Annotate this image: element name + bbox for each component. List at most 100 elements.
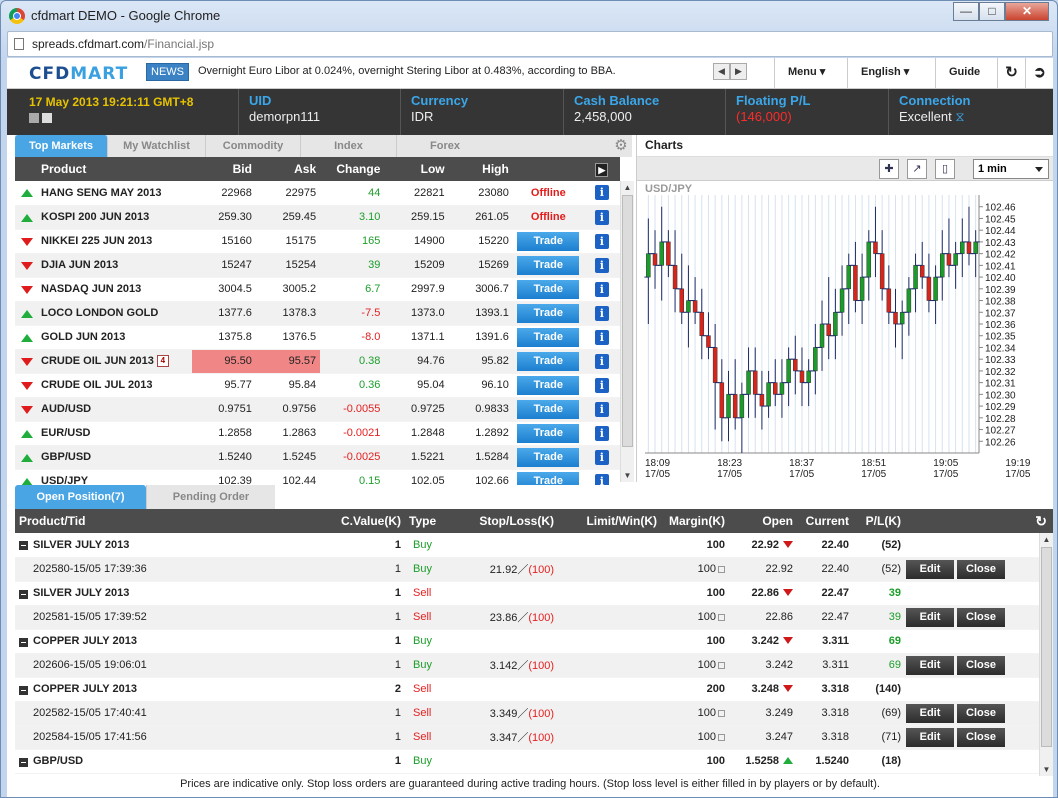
gear-icon[interactable]: ⚙ bbox=[612, 137, 630, 155]
market-row[interactable]: EUR/USD 1.2858 1.2863 -0.0021 1.2848 1.2892 Tr… bbox=[15, 421, 620, 446]
position-row[interactable]: 202581-15/05 17:39:52 1 Sell 23.86／(100) 100… bbox=[15, 605, 1053, 630]
market-bid[interactable]: 3004.5 bbox=[191, 277, 256, 302]
position-row[interactable]: 202606-15/05 19:06:01 1 Buy 3.142／(100) 100 3… bbox=[15, 653, 1053, 678]
tab-pending-order[interactable]: Pending Order bbox=[146, 485, 275, 509]
trade-button[interactable]: Trade bbox=[517, 279, 580, 299]
trade-button[interactable]: Trade bbox=[517, 351, 580, 371]
market-row[interactable]: CRUDE OIL JUL 2013 95.77 95.84 0.36 95.04 96.… bbox=[15, 373, 620, 398]
market-ask[interactable]: 3005.2 bbox=[255, 277, 321, 302]
close-position-button[interactable]: Close bbox=[957, 607, 1005, 627]
doc-icon[interactable] bbox=[42, 113, 52, 123]
col-open[interactable]: Open bbox=[729, 509, 797, 533]
market-row[interactable]: KOSPI 200 JUN 2013 259.30 259.45 3.10 259.15… bbox=[15, 205, 620, 230]
market-bid[interactable]: 95.77 bbox=[191, 373, 256, 398]
logout-icon[interactable]: ➲ bbox=[1025, 58, 1053, 89]
margin-adjust-icon[interactable] bbox=[718, 733, 725, 741]
col-high[interactable]: High bbox=[448, 157, 513, 181]
edit-button[interactable]: Edit bbox=[906, 607, 954, 627]
col-type[interactable]: Type bbox=[405, 509, 450, 533]
collapse-minus-icon[interactable] bbox=[19, 541, 28, 550]
market-row[interactable]: CRUDE OIL JUN 2013 4 95.50 95.57 0.38 94.76 95… bbox=[15, 349, 620, 374]
col-low[interactable]: Low bbox=[384, 157, 449, 181]
refresh-icon[interactable]: ↻ bbox=[997, 58, 1025, 89]
guide-link[interactable]: Guide bbox=[935, 58, 997, 89]
collapse-minus-icon[interactable] bbox=[19, 589, 28, 599]
tab-index[interactable]: Index bbox=[301, 135, 397, 157]
tab-commodity[interactable]: Commodity bbox=[206, 135, 301, 157]
pos-scroll-down-icon[interactable]: ▼ bbox=[1040, 763, 1053, 776]
pos-scroll-up-icon[interactable]: ▲ bbox=[1040, 533, 1053, 546]
collapse-icon[interactable]: ▶ bbox=[595, 162, 609, 177]
scroll-down-icon[interactable]: ▼ bbox=[621, 469, 634, 482]
market-bid[interactable]: 22968 bbox=[191, 181, 256, 206]
menu-dropdown[interactable]: Menu ▾ bbox=[774, 58, 847, 89]
url-text[interactable]: spreads.cfdmart.com/Financial.jsp bbox=[32, 37, 214, 51]
collapse-minus-icon[interactable] bbox=[19, 757, 28, 767]
market-row[interactable]: GBP/USD 1.5240 1.5245 -0.0025 1.5221 1.5284 Tr… bbox=[15, 445, 620, 470]
trade-button[interactable]: Trade bbox=[517, 231, 580, 251]
info-icon[interactable]: i bbox=[594, 401, 609, 417]
language-dropdown[interactable]: English ▾ bbox=[847, 58, 935, 89]
market-ask[interactable]: 22975 bbox=[255, 181, 321, 206]
market-row[interactable]: DJIA JUN 2013 15247 15254 39 15209 15269 Trade… bbox=[15, 253, 620, 278]
market-row[interactable]: AUD/USD 0.9751 0.9756 -0.0055 0.9725 0.9833 Tr… bbox=[15, 397, 620, 422]
col-product[interactable]: Product bbox=[15, 157, 192, 181]
market-bid[interactable]: 1375.8 bbox=[191, 325, 256, 350]
trade-button[interactable]: Trade bbox=[517, 327, 580, 347]
collapse-minus-icon[interactable] bbox=[19, 685, 28, 695]
market-ask[interactable]: 15175 bbox=[255, 229, 321, 254]
market-bid[interactable]: 259.30 bbox=[191, 205, 256, 230]
edit-button[interactable]: Edit bbox=[906, 559, 954, 579]
position-group-row[interactable]: SILVER JULY 2013 1 Buy 100 22.92 22.40 (52) bbox=[15, 533, 1053, 558]
refresh-positions-icon[interactable]: ↻ bbox=[1035, 513, 1047, 530]
position-row[interactable]: 202582-15/05 17:40:41 1 Sell 3.349／(100) 100… bbox=[15, 701, 1053, 726]
info-icon[interactable]: i bbox=[594, 281, 609, 297]
collapse-minus-icon[interactable] bbox=[19, 637, 28, 647]
market-ask[interactable]: 95.57 bbox=[255, 349, 321, 374]
trade-button[interactable]: Trade bbox=[517, 447, 580, 467]
col-cvalue[interactable]: C.Value(K) bbox=[265, 509, 405, 533]
maximize-button[interactable]: □ bbox=[979, 2, 1005, 21]
close-window-button[interactable]: ✕ bbox=[1005, 2, 1049, 21]
col-current[interactable]: Current bbox=[797, 509, 853, 533]
market-ask[interactable]: 15254 bbox=[255, 253, 321, 278]
info-icon[interactable]: i bbox=[594, 305, 609, 321]
market-ask[interactable]: 1.5245 bbox=[255, 445, 321, 470]
market-row[interactable]: NIKKEI 225 JUN 2013 15160 15175 165 14900 152… bbox=[15, 229, 620, 254]
market-bid[interactable]: 1377.6 bbox=[191, 301, 256, 326]
position-stop-loss[interactable]: 3.347／(100) bbox=[450, 725, 558, 750]
market-ask[interactable]: 1376.5 bbox=[255, 325, 321, 350]
tab-forex[interactable]: Forex bbox=[397, 135, 493, 157]
interval-select[interactable]: 1 min bbox=[973, 159, 1049, 179]
edit-button[interactable]: Edit bbox=[906, 703, 954, 723]
market-row[interactable]: NASDAQ JUN 2013 3004.5 3005.2 6.7 2997.9 3006… bbox=[15, 277, 620, 302]
close-position-button[interactable]: Close bbox=[957, 703, 1005, 723]
sound-icon[interactable] bbox=[29, 113, 39, 123]
positions-scrollbar[interactable]: ▲ ▼ bbox=[1039, 533, 1053, 776]
candlestick-icon[interactable]: ▯ bbox=[935, 159, 955, 179]
close-position-button[interactable]: Close bbox=[957, 559, 1005, 579]
info-icon[interactable]: i bbox=[594, 209, 609, 225]
margin-adjust-icon[interactable] bbox=[718, 709, 725, 717]
info-icon[interactable]: i bbox=[594, 329, 609, 345]
address-bar[interactable]: spreads.cfdmart.com/Financial.jsp bbox=[7, 31, 1053, 57]
news-next-button[interactable]: ▶ bbox=[730, 63, 747, 80]
scroll-up-icon[interactable]: ▲ bbox=[621, 181, 634, 194]
markets-scrollbar[interactable]: ▲ ▼ bbox=[620, 181, 634, 482]
market-row[interactable]: HANG SENG MAY 2013 22968 22975 44 22821 23080… bbox=[15, 181, 620, 206]
price-chart[interactable]: USD/JPY102.46102.45102.44102.43102.42102… bbox=[637, 181, 1053, 480]
position-stop-loss[interactable]: 21.92／(100) bbox=[450, 557, 558, 582]
position-row[interactable]: 202580-15/05 17:39:36 1 Buy 21.92／(100) 100 2… bbox=[15, 557, 1053, 582]
market-bid[interactable]: 95.50 bbox=[191, 349, 256, 374]
market-ask[interactable]: 259.45 bbox=[255, 205, 321, 230]
market-ask[interactable]: 1378.3 bbox=[255, 301, 321, 326]
scroll-thumb[interactable] bbox=[622, 195, 633, 447]
edit-button[interactable]: Edit bbox=[906, 655, 954, 675]
market-row[interactable]: GOLD JUN 2013 1375.8 1376.5 -8.0 1371.1 1391.… bbox=[15, 325, 620, 350]
tab-my-watchlist[interactable]: My Watchlist bbox=[108, 135, 206, 157]
info-icon[interactable]: i bbox=[594, 449, 609, 465]
line-chart-icon[interactable]: ↗ bbox=[907, 159, 927, 179]
cfdmart-logo[interactable]: CFDMART bbox=[29, 64, 128, 84]
minimize-button[interactable]: — bbox=[953, 2, 979, 21]
col-change[interactable]: Change bbox=[320, 157, 385, 181]
